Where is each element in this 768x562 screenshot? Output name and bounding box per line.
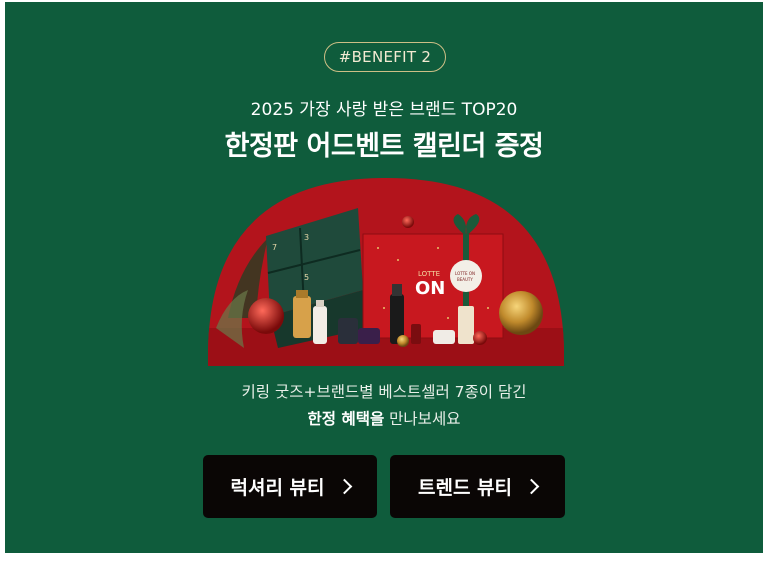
luxury-beauty-button[interactable]: 럭셔리 뷰티 — [203, 455, 377, 518]
svg-text:LOTTE ON: LOTTE ON — [455, 271, 475, 276]
luxury-beauty-label: 럭셔리 뷰티 — [230, 477, 325, 499]
highlight-text: 한정 혜택을 — [307, 410, 385, 428]
benefit-banner: #BENEFIT 2 2025 가장 사랑 받은 브랜드 TOP20 한정판 어… — [5, 2, 763, 553]
svg-text:BEAUTY: BEAUTY — [457, 277, 473, 282]
banner-description-line1: 키링 굿즈+브랜드별 베스트셀러 7종이 담긴 — [241, 383, 527, 401]
trend-beauty-label: 트렌드 뷰티 — [417, 477, 512, 499]
trend-beauty-button[interactable]: 트렌드 뷰티 — [390, 455, 565, 518]
banner-title: 한정판 어드벤트 캘린더 증정 — [224, 131, 544, 162]
svg-text:ON: ON — [415, 278, 445, 299]
banner-subtitle: 2025 가장 사랑 받은 브랜드 TOP20 — [250, 100, 518, 120]
svg-text:LOTTE: LOTTE — [418, 270, 440, 278]
banner-description-line2: 한정 혜택을 만나보세요 — [5, 407, 763, 429]
chevron-right-icon — [336, 478, 352, 495]
svg-text:3: 3 — [304, 233, 309, 242]
svg-text:7: 7 — [272, 243, 277, 252]
benefit-badge: #BENEFIT 2 — [324, 42, 446, 72]
advent-calendar-image: 7 3 5 LOTTE ON LOTTE ON BEAUTY — [208, 178, 564, 366]
description-rest: 만나보세요 — [384, 410, 461, 428]
svg-text:5: 5 — [304, 273, 309, 282]
chevron-right-icon — [523, 478, 540, 495]
